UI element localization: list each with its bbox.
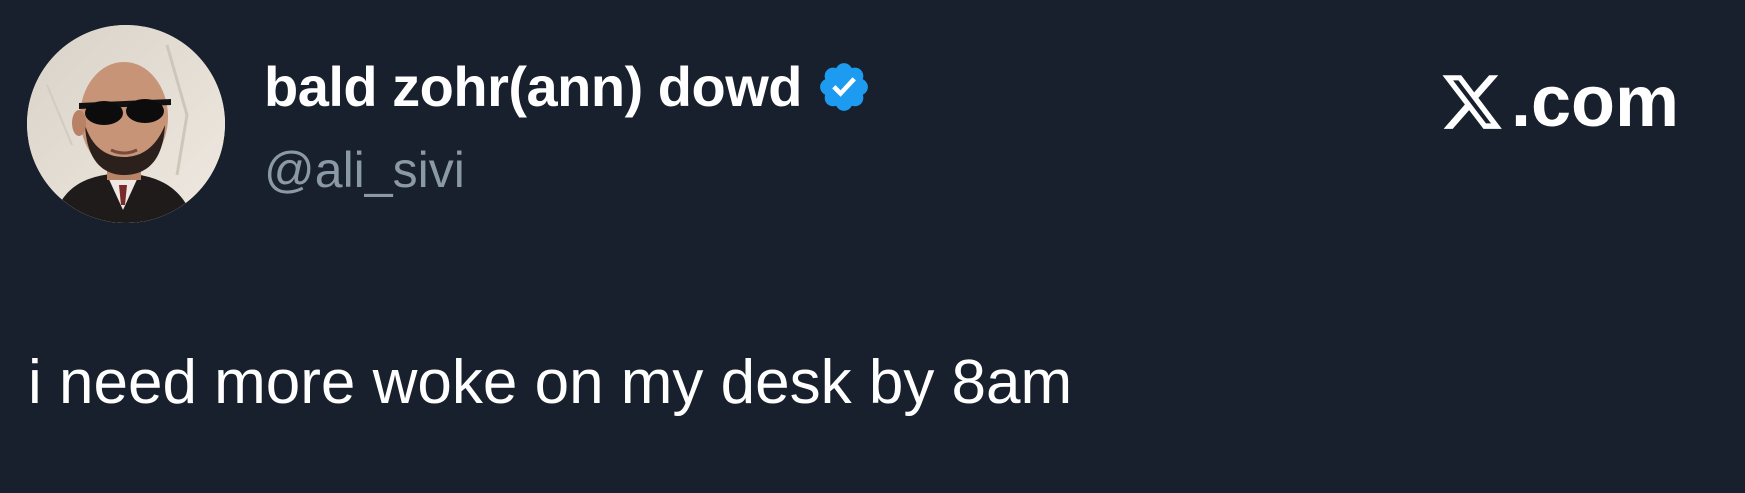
avatar-photo <box>27 25 225 223</box>
avatar[interactable] <box>27 25 225 223</box>
brand-domain: .com <box>1510 62 1679 142</box>
x-logo-icon <box>1439 69 1505 135</box>
verified-badge-icon <box>816 59 872 115</box>
display-name[interactable]: bald zohr(ann) dowd <box>264 52 802 122</box>
brand-logo: .com <box>1439 62 1679 142</box>
tweet-card: bald zohr(ann) dowd @ali_sivi .com i nee… <box>0 0 1745 493</box>
user-handle[interactable]: @ali_sivi <box>264 140 465 200</box>
tweet-text: i need more woke on my desk by 8am <box>28 348 1073 417</box>
display-name-row: bald zohr(ann) dowd <box>264 52 872 122</box>
